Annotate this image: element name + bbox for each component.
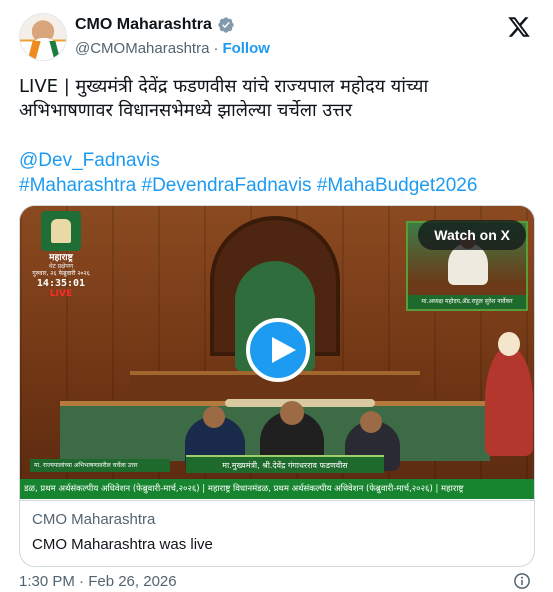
name-row: CMO Maharashtra [75, 16, 235, 34]
hashtag-link[interactable]: #Maharashtra [19, 175, 136, 196]
logo-subtitle: थेट प्रक्षेपण [48, 263, 74, 270]
tweet-card: CMO Maharashtra @CMOMaharashtra · Follow… [0, 0, 553, 592]
follow-button[interactable]: Follow [222, 40, 270, 57]
news-ticker: डळ, प्रथम अर्थसंकल्पीय अधिवेशन (फेब्रुवा… [20, 479, 534, 499]
broadcast-date: गुरुवार, २६ फेब्रुवारी २०२६ [32, 270, 90, 277]
person-head [203, 406, 225, 428]
separator-dot: · [213, 40, 219, 57]
watch-on-x-button[interactable]: Watch on X [418, 220, 526, 250]
tweet-links: @Dev_Fadnavis #Maharashtra #DevendraFadn… [19, 148, 477, 198]
mention-link[interactable]: @Dev_Fadnavis [19, 150, 160, 171]
verified-badge-icon [218, 17, 234, 33]
card-description: CMO Maharashtra was live [32, 536, 213, 553]
card-footer[interactable]: CMO Maharashtra CMO Maharashtra was live [20, 500, 534, 566]
tweet-text: LIVE | मुख्यमंत्री देवेंद्र फडणवीस यांचे… [19, 75, 539, 123]
hashtag-link[interactable]: #MahaBudget2026 [317, 175, 478, 196]
person-head [280, 401, 304, 425]
handle[interactable]: @CMOMaharashtra [75, 40, 209, 57]
channel-logo: महाराष्ट्र थेट प्रक्षेपण गुरुवार, २६ फेब… [30, 211, 92, 299]
person-figure [485, 346, 533, 456]
vidhan-bhavan-emblem-icon [41, 211, 81, 251]
handle-row: @CMOMaharashtra · Follow [75, 40, 270, 57]
person-head [498, 332, 520, 356]
card-source: CMO Maharashtra [32, 511, 156, 528]
display-name[interactable]: CMO Maharashtra [75, 16, 212, 34]
video-player[interactable]: महाराष्ट्र थेट प्रक्षेपण गुरुवार, २६ फेब… [20, 206, 534, 499]
logo-title: महाराष्ट्र [49, 253, 73, 263]
play-icon [272, 337, 296, 363]
hashtag-link[interactable]: #DevendraFadnavis [142, 175, 312, 196]
tweet-text-line: अभिभाषणावर विधानसभेमध्ये झालेल्या चर्चेल… [19, 100, 353, 121]
x-logo-icon[interactable] [507, 15, 531, 39]
info-icon[interactable] [513, 572, 531, 590]
tweet-text-line: LIVE | मुख्यमंत्री देवेंद्र फडणवीस यांचे… [19, 76, 429, 97]
media-card[interactable]: महाराष्ट्र थेट प्रक्षेपण गुरुवार, २६ फेब… [19, 205, 535, 567]
avatar[interactable] [19, 13, 67, 61]
pip-caption: मा.अध्यक्ष महोदय,ॲड.राहुल सुरेश नार्वेकर [408, 295, 526, 309]
person-head [360, 411, 382, 433]
live-indicator: LIVE [49, 289, 73, 299]
broadcast-time: 14:35:01 [36, 278, 86, 289]
caption-left: मा. राज्यपालांच्या अभिभाषणावरील चर्चेला … [30, 459, 170, 472]
timestamp[interactable]: 1:30 PM · Feb 26, 2026 [19, 573, 177, 590]
speaker-caption: मा.मुख्यमंत्री, श्री.देवेंद्र गंगाधरराव … [186, 455, 384, 473]
play-button[interactable] [246, 318, 310, 382]
